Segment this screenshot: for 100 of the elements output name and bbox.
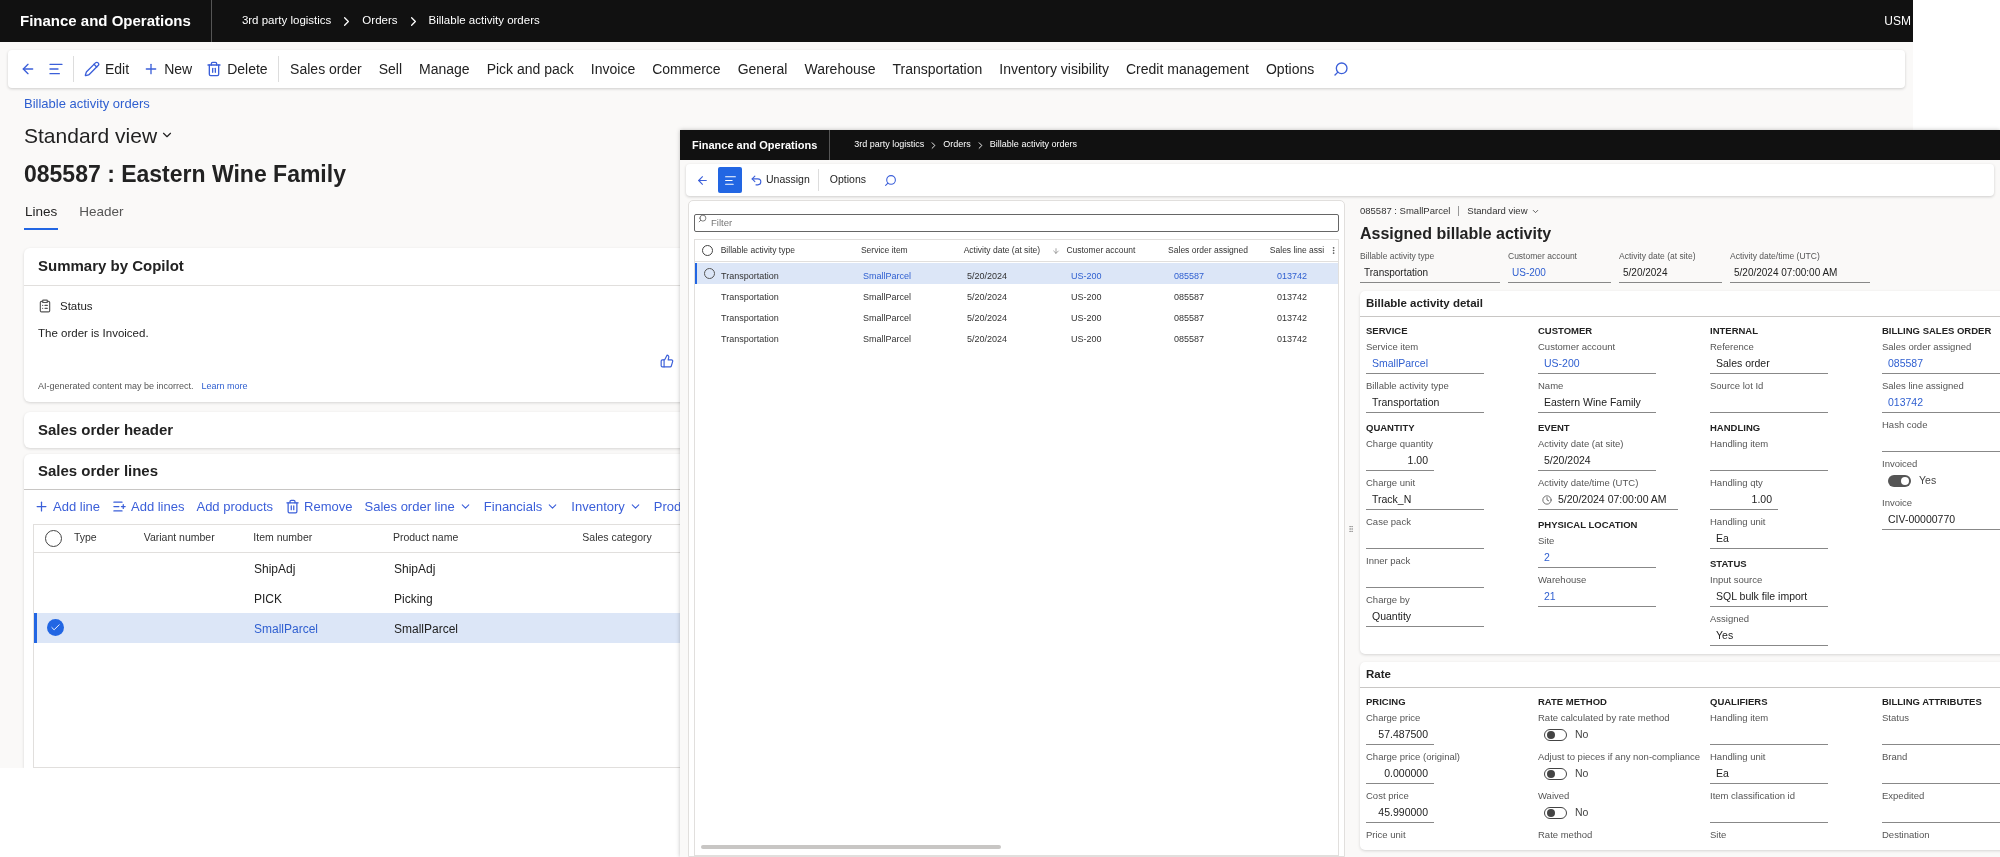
new-button[interactable]: New [136, 58, 200, 80]
table-row[interactable]: Transportation SmallParcel 5/20/2024 US-200 085587 013742 [695, 263, 1338, 284]
input-field[interactable]: Sales order [1710, 354, 1828, 375]
input-field[interactable]: 21 [1538, 587, 1656, 608]
toolbar-menu-item[interactable]: Pick and pack [478, 58, 583, 80]
column-header[interactable]: Customer account [1066, 244, 1136, 257]
learn-more-link[interactable]: Learn more [201, 380, 248, 394]
breadcrumb-link[interactable]: Orders [362, 12, 398, 30]
page-title: Assigned billable activity [1360, 224, 1553, 245]
action-button[interactable]: Add products [190, 497, 280, 517]
input-field[interactable]: Eastern Wine Family [1538, 393, 1656, 414]
toolbar-menu-item[interactable]: General [729, 58, 796, 80]
toolbar-menu-item[interactable]: Sales order [281, 58, 371, 80]
toolbar-menu-item[interactable]: Transportation [884, 58, 991, 80]
breadcrumb-link[interactable]: 3rd party logistics [854, 138, 925, 152]
input-field[interactable]: 1.00 [1366, 451, 1434, 472]
breadcrumb-link[interactable]: Billable activity orders [428, 12, 540, 30]
input-field[interactable]: Transportation [1366, 393, 1484, 414]
input-field[interactable]: 013742 [1882, 393, 2000, 414]
table-cell: Transportation [721, 291, 779, 302]
filter-field[interactable]: Filter [694, 213, 1339, 232]
input-field[interactable]: 5/20/2024 07:00:00 AM [1730, 263, 1870, 284]
menu-button[interactable] [718, 167, 742, 193]
horizontal-scrollbar[interactable] [701, 845, 1001, 849]
dropdown-menu-button[interactable]: Financials [477, 497, 566, 517]
toolbar-menu-item[interactable]: Credit management [1117, 58, 1258, 80]
table-row[interactable]: SmallParcel SmallParcel [34, 612, 680, 643]
table-row[interactable]: Transportation SmallParcel 5/20/2024 US-200 085587 013742 [695, 326, 1338, 347]
column-header[interactable]: Billable activity type [720, 244, 795, 257]
table-row[interactable]: Transportation SmallParcel 5/20/2024 US-200 085587 013742 [695, 305, 1338, 326]
toggle-switch[interactable] [1544, 768, 1567, 781]
input-field[interactable]: 45.990000 [1366, 803, 1434, 824]
column-header[interactable]: Variant number [143, 530, 254, 547]
view-selector[interactable]: Standard view [1467, 204, 1540, 219]
group-heading: RATE METHOD [1538, 695, 1608, 710]
breadcrumb-link[interactable]: Billable activity orders [989, 138, 1077, 152]
input-field[interactable]: Track_N [1366, 490, 1484, 511]
column-header[interactable]: Item number [253, 530, 393, 547]
toolbar-menu-item[interactable]: Warehouse [795, 58, 885, 80]
input-field[interactable]: 2 [1538, 548, 1656, 569]
input-field[interactable]: US-200 [1508, 263, 1611, 284]
column-header[interactable]: Type [73, 530, 144, 547]
toolbar-menu-item[interactable]: Sell [370, 58, 411, 80]
unassign-button[interactable]: Unassign [745, 172, 815, 188]
page-link[interactable]: Billable activity orders [24, 94, 680, 114]
input-field[interactable]: 5/20/2024 [1619, 263, 1722, 284]
input-field[interactable]: Transportation [1360, 263, 1500, 284]
input-field[interactable]: 5/20/2024 [1538, 451, 1656, 472]
toolbar-menu-item[interactable]: Options [821, 172, 874, 188]
input-field[interactable]: Ea [1710, 529, 1828, 550]
field-label: Charge quantity [1366, 437, 1435, 452]
breadcrumb-link[interactable]: 3rd party logistics [241, 12, 332, 30]
input-field[interactable]: 57.487500 [1366, 725, 1434, 746]
group-heading: PHYSICAL LOCATION [1538, 518, 1639, 533]
toolbar-menu-item[interactable]: Commerce [643, 58, 730, 80]
table-row[interactable]: ShipAdj ShipAdj [34, 552, 680, 583]
column-header[interactable]: Service item [860, 244, 908, 257]
toggle-switch[interactable] [1888, 475, 1911, 488]
toggle-switch[interactable] [1544, 807, 1567, 820]
sort-arrow-icon [1052, 246, 1061, 255]
input-field[interactable]: Ea [1710, 764, 1828, 785]
action-button[interactable]: Prod [647, 497, 680, 517]
input-field[interactable]: 0.000000 [1366, 764, 1434, 785]
input-field[interactable]: 1.00 [1710, 490, 1778, 511]
column-header[interactable]: Sales category [582, 530, 680, 547]
field-label: Brand [1882, 750, 1909, 765]
dropdown-menu-button[interactable]: Inventory [565, 497, 648, 517]
column-header[interactable]: Activity date (at site) [963, 244, 1041, 257]
remove-button[interactable]: Remove [279, 497, 359, 517]
edit-button[interactable]: Edit [77, 58, 137, 80]
view-selector[interactable]: Standard view [24, 119, 175, 151]
dropdown-menu-button[interactable]: Sales order line [358, 497, 478, 517]
input-field[interactable]: CIV-00000770 [1882, 510, 2000, 531]
add-line-button[interactable]: Add line [28, 497, 106, 517]
input-field[interactable]: Quantity [1366, 607, 1484, 628]
input-field[interactable]: US-200 [1538, 354, 1656, 375]
input-field[interactable]: 085587 [1882, 354, 2000, 375]
thumbs-up-icon[interactable] [660, 354, 674, 369]
input-field[interactable]: SmallParcel [1366, 354, 1484, 375]
column-header[interactable]: Sales line assi [1269, 244, 1325, 257]
field-label: Handling qty [1710, 476, 1764, 491]
table-row[interactable]: Transportation SmallParcel 5/20/2024 US-200 085587 013742 [695, 284, 1338, 305]
toggle-switch[interactable] [1544, 729, 1567, 742]
column-header[interactable]: Product name [392, 530, 583, 547]
datetime-field[interactable]: 5/20/2024 07:00:00 AM [1538, 490, 1678, 511]
tab[interactable]: Lines [24, 201, 59, 230]
toolbar-menu-item[interactable]: Inventory visibility [990, 58, 1118, 80]
toolbar-menu-item[interactable]: Invoice [582, 58, 644, 80]
breadcrumb-link[interactable]: Orders [943, 138, 971, 152]
table-row[interactable]: PICK Picking [34, 582, 680, 613]
add-lines-button[interactable]: Add lines [106, 497, 191, 517]
row-check[interactable] [47, 619, 64, 637]
toolbar-menu-item[interactable]: Manage [410, 58, 479, 80]
grip-icon[interactable] [1347, 523, 1355, 534]
toolbar-menu-item[interactable]: Options [1257, 58, 1323, 80]
input-field[interactable]: SQL bulk file import [1710, 587, 1828, 608]
delete-button[interactable]: Delete [199, 58, 275, 80]
column-header[interactable]: Sales order assigned [1168, 244, 1248, 257]
input-field[interactable]: Yes [1710, 626, 1828, 647]
tab[interactable]: Header [78, 201, 125, 230]
